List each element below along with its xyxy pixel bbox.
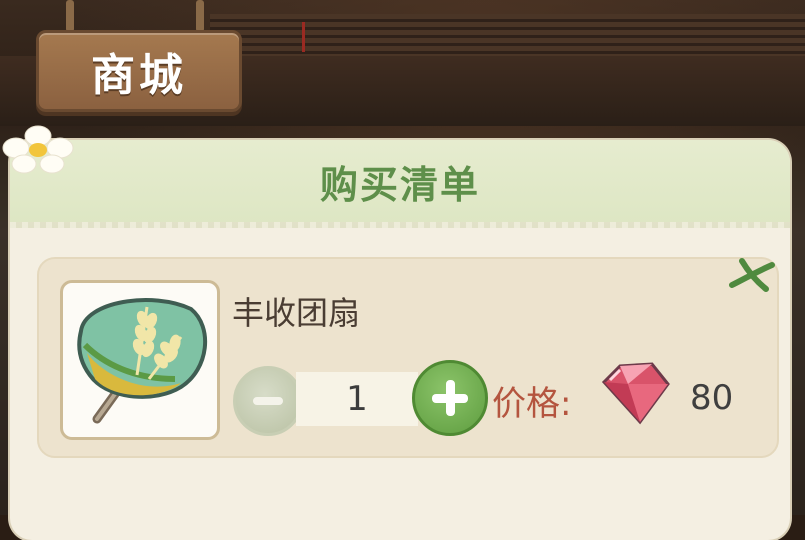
item-name: 丰收团扇 bbox=[232, 294, 361, 332]
price-value: 80 bbox=[690, 378, 734, 418]
shop-sign: 商城 bbox=[36, 30, 242, 112]
panel-header: 购买清单 bbox=[10, 140, 790, 228]
decrease-quantity-button[interactable] bbox=[233, 366, 303, 436]
quantity-field[interactable]: 1 bbox=[296, 372, 418, 426]
sign-rope-left bbox=[66, 0, 74, 32]
item-thumbnail bbox=[60, 280, 220, 440]
harvest-fan-icon bbox=[77, 298, 208, 424]
background-shelf bbox=[210, 14, 805, 59]
shop-title: 商城 bbox=[91, 50, 187, 101]
panel-title: 购买清单 bbox=[319, 163, 480, 207]
price-label: 价格: bbox=[492, 384, 572, 424]
close-icon[interactable] bbox=[728, 255, 776, 297]
sign-rope-right bbox=[196, 0, 204, 32]
flower-icon bbox=[2, 125, 74, 174]
minus-icon bbox=[253, 397, 283, 405]
plus-icon bbox=[432, 380, 468, 416]
ruby-gem-icon bbox=[601, 362, 670, 425]
background-shelf-detail bbox=[302, 22, 305, 52]
increase-quantity-button[interactable] bbox=[412, 360, 488, 436]
